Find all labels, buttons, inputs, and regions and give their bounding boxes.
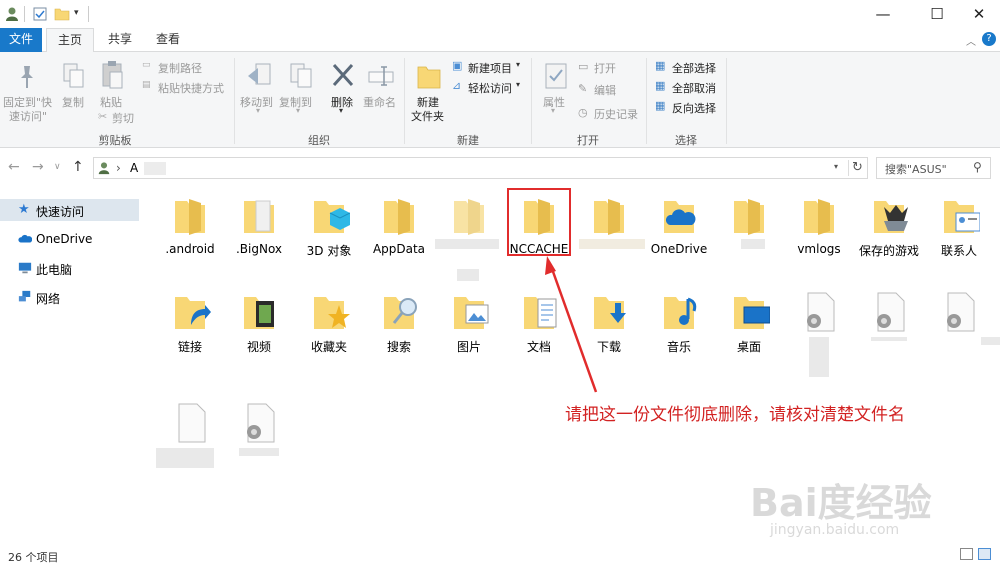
- watermark-logo: Bai度经验 jingyan.baidu.com: [750, 462, 950, 542]
- details-view-icon[interactable]: [960, 548, 973, 560]
- item-count: 26 个项目: [8, 551, 59, 564]
- watermark-brand: Bai度经验: [750, 481, 932, 525]
- annotation-text: 请把这一份文件彻底删除，请核对清楚文件名: [565, 405, 905, 425]
- watermark-url: jingyan.baidu.com: [770, 522, 900, 538]
- status-bar: 26 个项目: [0, 545, 1000, 565]
- large-icons-view-icon[interactable]: [978, 548, 991, 560]
